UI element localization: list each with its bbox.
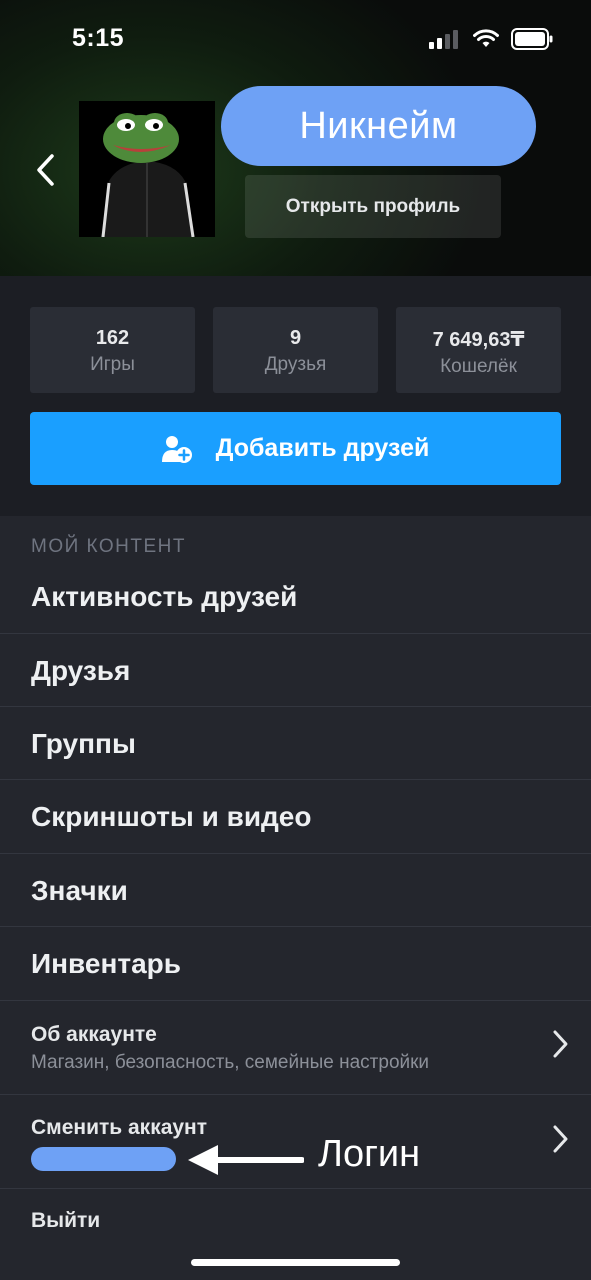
nickname-pill: Никнейм: [221, 86, 536, 166]
login-annotation: Логин: [318, 1133, 421, 1175]
menu-item-account[interactable]: Об аккаунте Магазин, безопасность, семей…: [0, 1000, 591, 1094]
menu-item-screenshots[interactable]: Скриншоты и видео: [0, 779, 591, 853]
avatar[interactable]: [79, 101, 215, 237]
wifi-icon: [473, 29, 499, 47]
add-friends-label: Добавить друзей: [215, 434, 430, 462]
menu-item-label: Активность друзей: [31, 581, 298, 612]
account-title: Об аккаунте: [31, 1023, 157, 1046]
stat-label: Кошелёк: [440, 356, 517, 377]
menu-item-label: Инвентарь: [31, 948, 181, 979]
login-redaction: [31, 1147, 176, 1171]
arrow-left-icon: [188, 1145, 304, 1175]
logout-button[interactable]: Выйти: [31, 1209, 100, 1233]
menu-item-friend-activity[interactable]: Активность друзей: [0, 565, 591, 633]
status-time: 5:15: [72, 24, 125, 52]
menu-item-label: Скриншоты и видео: [31, 801, 312, 832]
menu-item-logout-row: [0, 1188, 591, 1280]
stat-label: Друзья: [264, 354, 327, 375]
menu-item-label: Значки: [31, 875, 128, 906]
home-indicator: [191, 1259, 400, 1266]
switch-account-title: Сменить аккаунт: [31, 1116, 208, 1139]
stats-section: 162 Игры 9 Друзья 7 649,63₸ Кошелёк Доба…: [0, 276, 591, 516]
chevron-right-icon: [553, 1030, 568, 1058]
status-icons: [429, 28, 553, 50]
status-bar: 5:15: [0, 0, 591, 80]
stat-friends[interactable]: 9 Друзья: [213, 307, 378, 393]
stat-wallet[interactable]: 7 649,63₸ Кошелёк: [396, 307, 561, 393]
menu-item-inventory[interactable]: Инвентарь: [0, 926, 591, 1000]
add-user-icon: [161, 435, 192, 463]
menu-item-label: Группы: [31, 728, 136, 759]
stat-label: Игры: [90, 354, 135, 375]
account-subtitle: Магазин, безопасность, семейные настройк…: [31, 1052, 430, 1073]
add-friends-button[interactable]: Добавить друзей: [30, 412, 561, 485]
menu-item-label: Друзья: [31, 655, 131, 686]
stat-value: 7 649,63₸: [432, 329, 525, 351]
menu-item-groups[interactable]: Группы: [0, 706, 591, 779]
battery-icon: [511, 28, 553, 50]
stat-value: 162: [95, 327, 130, 349]
section-title: МОЙ КОНТЕНТ: [31, 536, 187, 557]
stat-value: 9: [289, 327, 302, 349]
stat-games[interactable]: 162 Игры: [30, 307, 195, 393]
back-chevron-icon[interactable]: [30, 150, 60, 190]
menu-item-badges[interactable]: Значки: [0, 853, 591, 926]
chevron-right-icon: [553, 1125, 568, 1153]
open-profile-button[interactable]: Открыть профиль: [245, 175, 501, 238]
profile-header: 5:15 Никнейм Открыть профиль: [0, 0, 591, 276]
frog-avatar-icon: [79, 101, 215, 237]
menu-item-friends[interactable]: Друзья: [0, 633, 591, 706]
signal-icon: [429, 30, 458, 49]
